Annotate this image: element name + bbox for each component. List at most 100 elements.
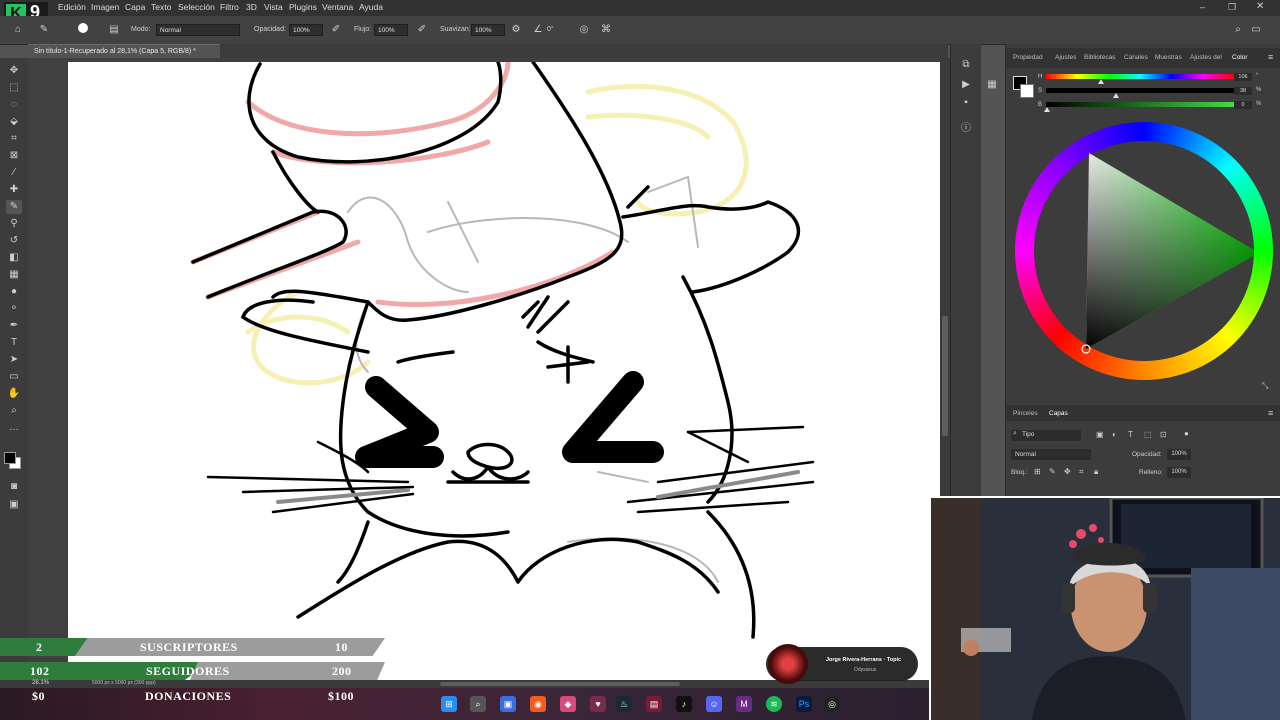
home-icon[interactable]: ⌂ bbox=[12, 24, 24, 36]
path-select-icon[interactable]: ➤ bbox=[6, 353, 22, 367]
type-tool-icon[interactable]: T bbox=[6, 336, 22, 350]
zoom-tool-icon[interactable]: ⌕ bbox=[6, 404, 22, 418]
filter-smart-icon[interactable]: ⊡ bbox=[1160, 430, 1167, 439]
shape-tool-icon[interactable]: ▭ bbox=[6, 370, 22, 384]
filter-toggle-icon[interactable]: ● bbox=[1184, 429, 1189, 438]
tab-color[interactable]: Color bbox=[1232, 54, 1248, 61]
menu-ayuda[interactable]: Ayuda bbox=[359, 2, 383, 12]
steam-icon[interactable]: ♨ bbox=[616, 696, 632, 712]
pressure-size-icon[interactable]: ◎ bbox=[578, 24, 590, 36]
pin-app-icon[interactable]: ◆ bbox=[560, 696, 576, 712]
angle-value[interactable]: 0° bbox=[547, 26, 554, 33]
tab-ajustes[interactable]: Ajustes bbox=[1055, 54, 1076, 61]
document-tab[interactable]: Sin título-1-Recuperado al 28,1% (Capa 5… bbox=[28, 44, 220, 58]
airbrush-icon[interactable]: ✐ bbox=[416, 24, 428, 36]
close-icon[interactable]: ✕ bbox=[1256, 1, 1264, 12]
hand-tool-icon[interactable]: ✋ bbox=[6, 387, 22, 401]
menu-ventana[interactable]: Ventana bbox=[322, 2, 353, 12]
tab-bibliotecas[interactable]: Bibliotecas bbox=[1084, 54, 1115, 61]
horizontal-scroll-thumb[interactable] bbox=[440, 682, 680, 686]
filter-pixel-icon[interactable]: ▣ bbox=[1096, 430, 1104, 439]
brush-tool-icon[interactable]: ✎ bbox=[38, 24, 50, 36]
actions-play-icon[interactable]: ▶ bbox=[959, 78, 973, 92]
pen-tool-icon[interactable]: ✒ bbox=[6, 319, 22, 333]
hue-slider-thumb[interactable] bbox=[1098, 79, 1104, 84]
menu-filtro[interactable]: Filtro bbox=[220, 2, 239, 12]
foreground-color-swatch[interactable] bbox=[4, 452, 16, 464]
tab-pinceles[interactable]: Pinceles bbox=[1013, 410, 1038, 417]
layer-filter-select[interactable]: ⌕ Tipo bbox=[1011, 430, 1081, 441]
lock-pixels-icon[interactable]: ⊞ bbox=[1034, 467, 1041, 476]
brush-settings-icon[interactable]: ▤ bbox=[108, 24, 120, 36]
menu-seleccion[interactable]: Selección bbox=[178, 2, 215, 12]
minimize-icon[interactable]: – bbox=[1200, 2, 1205, 12]
crop-tool-icon[interactable]: ⌗ bbox=[6, 132, 22, 146]
info-icon[interactable]: ⓘ bbox=[959, 122, 973, 136]
marquee-tool-icon[interactable]: ⬚ bbox=[6, 81, 22, 95]
filter-shape-icon[interactable]: ⬚ bbox=[1144, 430, 1152, 439]
lock-move-icon[interactable]: ✥ bbox=[1064, 467, 1071, 476]
menu-imagen[interactable]: Imagen bbox=[91, 2, 119, 12]
gear-icon[interactable]: ⚙ bbox=[510, 24, 522, 36]
maximize-icon[interactable]: ❐ bbox=[1228, 2, 1236, 13]
history-brush-icon[interactable]: ↺ bbox=[6, 234, 22, 248]
discord-icon[interactable]: ☺ bbox=[706, 696, 722, 712]
streamlabs-icon[interactable]: M bbox=[736, 696, 752, 712]
browser-icon[interactable]: ◉ bbox=[530, 696, 546, 712]
saturation-slider-thumb[interactable] bbox=[1113, 93, 1119, 98]
brush-icon[interactable]: ✎ bbox=[6, 200, 22, 214]
drawing-canvas[interactable] bbox=[68, 59, 940, 682]
blur-icon[interactable]: ● bbox=[6, 285, 22, 299]
filter-text-icon[interactable]: T bbox=[1128, 430, 1133, 439]
grid-panel-icon[interactable]: ▦ bbox=[985, 78, 999, 92]
stamp-icon[interactable]: ⚲ bbox=[6, 217, 22, 231]
menu-vista[interactable]: Vista bbox=[264, 2, 283, 12]
quick-mask-icon[interactable]: ◙ bbox=[6, 480, 22, 494]
comment-icon[interactable]: ▪ bbox=[959, 96, 973, 110]
lock-paint-icon[interactable]: ✎ bbox=[1049, 467, 1056, 476]
photoshop-icon[interactable]: Ps bbox=[796, 696, 812, 712]
s-value[interactable]: 38 bbox=[1234, 87, 1252, 95]
saturation-triangle[interactable] bbox=[1034, 141, 1254, 361]
symmetry-icon[interactable]: ⌘ bbox=[600, 24, 612, 36]
layer-opacity-field[interactable]: 100% bbox=[1167, 449, 1191, 460]
bg-color-swatch[interactable] bbox=[1020, 84, 1034, 98]
move-tool-icon[interactable]: ✥ bbox=[6, 64, 22, 78]
wallet-icon[interactable]: ▤ bbox=[646, 696, 662, 712]
resize-corner-icon[interactable]: ⤡ bbox=[1262, 381, 1268, 391]
frame-tool-icon[interactable]: ⊠ bbox=[6, 149, 22, 163]
fill-field[interactable]: 100% bbox=[1167, 467, 1191, 478]
eraser-icon[interactable]: ◧ bbox=[6, 251, 22, 265]
spotify-icon[interactable]: ≋ bbox=[766, 696, 782, 712]
workspace-icon[interactable]: ▭ bbox=[1250, 24, 1262, 36]
tab-ajustes-del[interactable]: Ajustes del bbox=[1190, 54, 1222, 61]
store-icon[interactable]: ▣ bbox=[500, 696, 516, 712]
flow-field[interactable]: 100% bbox=[374, 24, 408, 36]
brightness-slider[interactable] bbox=[1046, 102, 1234, 107]
lasso-tool-icon[interactable]: ◌ bbox=[6, 98, 22, 112]
eyedropper-icon[interactable]: ⁄ bbox=[6, 166, 22, 180]
heart-app-icon[interactable]: ♥ bbox=[590, 696, 606, 712]
brightness-slider-thumb[interactable] bbox=[1044, 107, 1050, 112]
filter-adjust-icon[interactable]: ◐ bbox=[1112, 430, 1117, 439]
search-icon[interactable]: ⌕ bbox=[1232, 24, 1244, 36]
menu-3d[interactable]: 3D bbox=[246, 2, 257, 12]
menu-capa[interactable]: Capa bbox=[125, 2, 145, 12]
tab-propiedades[interactable]: Propiedad bbox=[1013, 54, 1043, 61]
search-icon[interactable]: ⌕ bbox=[470, 696, 486, 712]
blend-mode-select[interactable]: Normal bbox=[1011, 449, 1091, 460]
tab-canales[interactable]: Canales bbox=[1124, 54, 1148, 61]
menu-plugins[interactable]: Plugins bbox=[289, 2, 317, 12]
layers-menu-icon[interactable]: ≡ bbox=[1268, 408, 1273, 418]
smoothing-field[interactable]: 100% bbox=[471, 24, 505, 36]
gradient-icon[interactable]: ▦ bbox=[6, 268, 22, 282]
more-tools-icon[interactable]: … bbox=[6, 421, 22, 435]
windows-start-icon[interactable]: ⊞ bbox=[441, 696, 457, 712]
menu-texto[interactable]: Texto bbox=[151, 2, 171, 12]
quick-select-icon[interactable]: ⬙ bbox=[6, 115, 22, 129]
lock-artboard-icon[interactable]: ⌗ bbox=[1079, 467, 1084, 477]
tab-muestras[interactable]: Muestras bbox=[1155, 54, 1182, 61]
obs-icon[interactable]: ◎ bbox=[824, 696, 840, 712]
history-panel-icon[interactable]: ⧉ bbox=[959, 58, 973, 72]
zoom-level[interactable]: 28.1% bbox=[32, 680, 49, 686]
